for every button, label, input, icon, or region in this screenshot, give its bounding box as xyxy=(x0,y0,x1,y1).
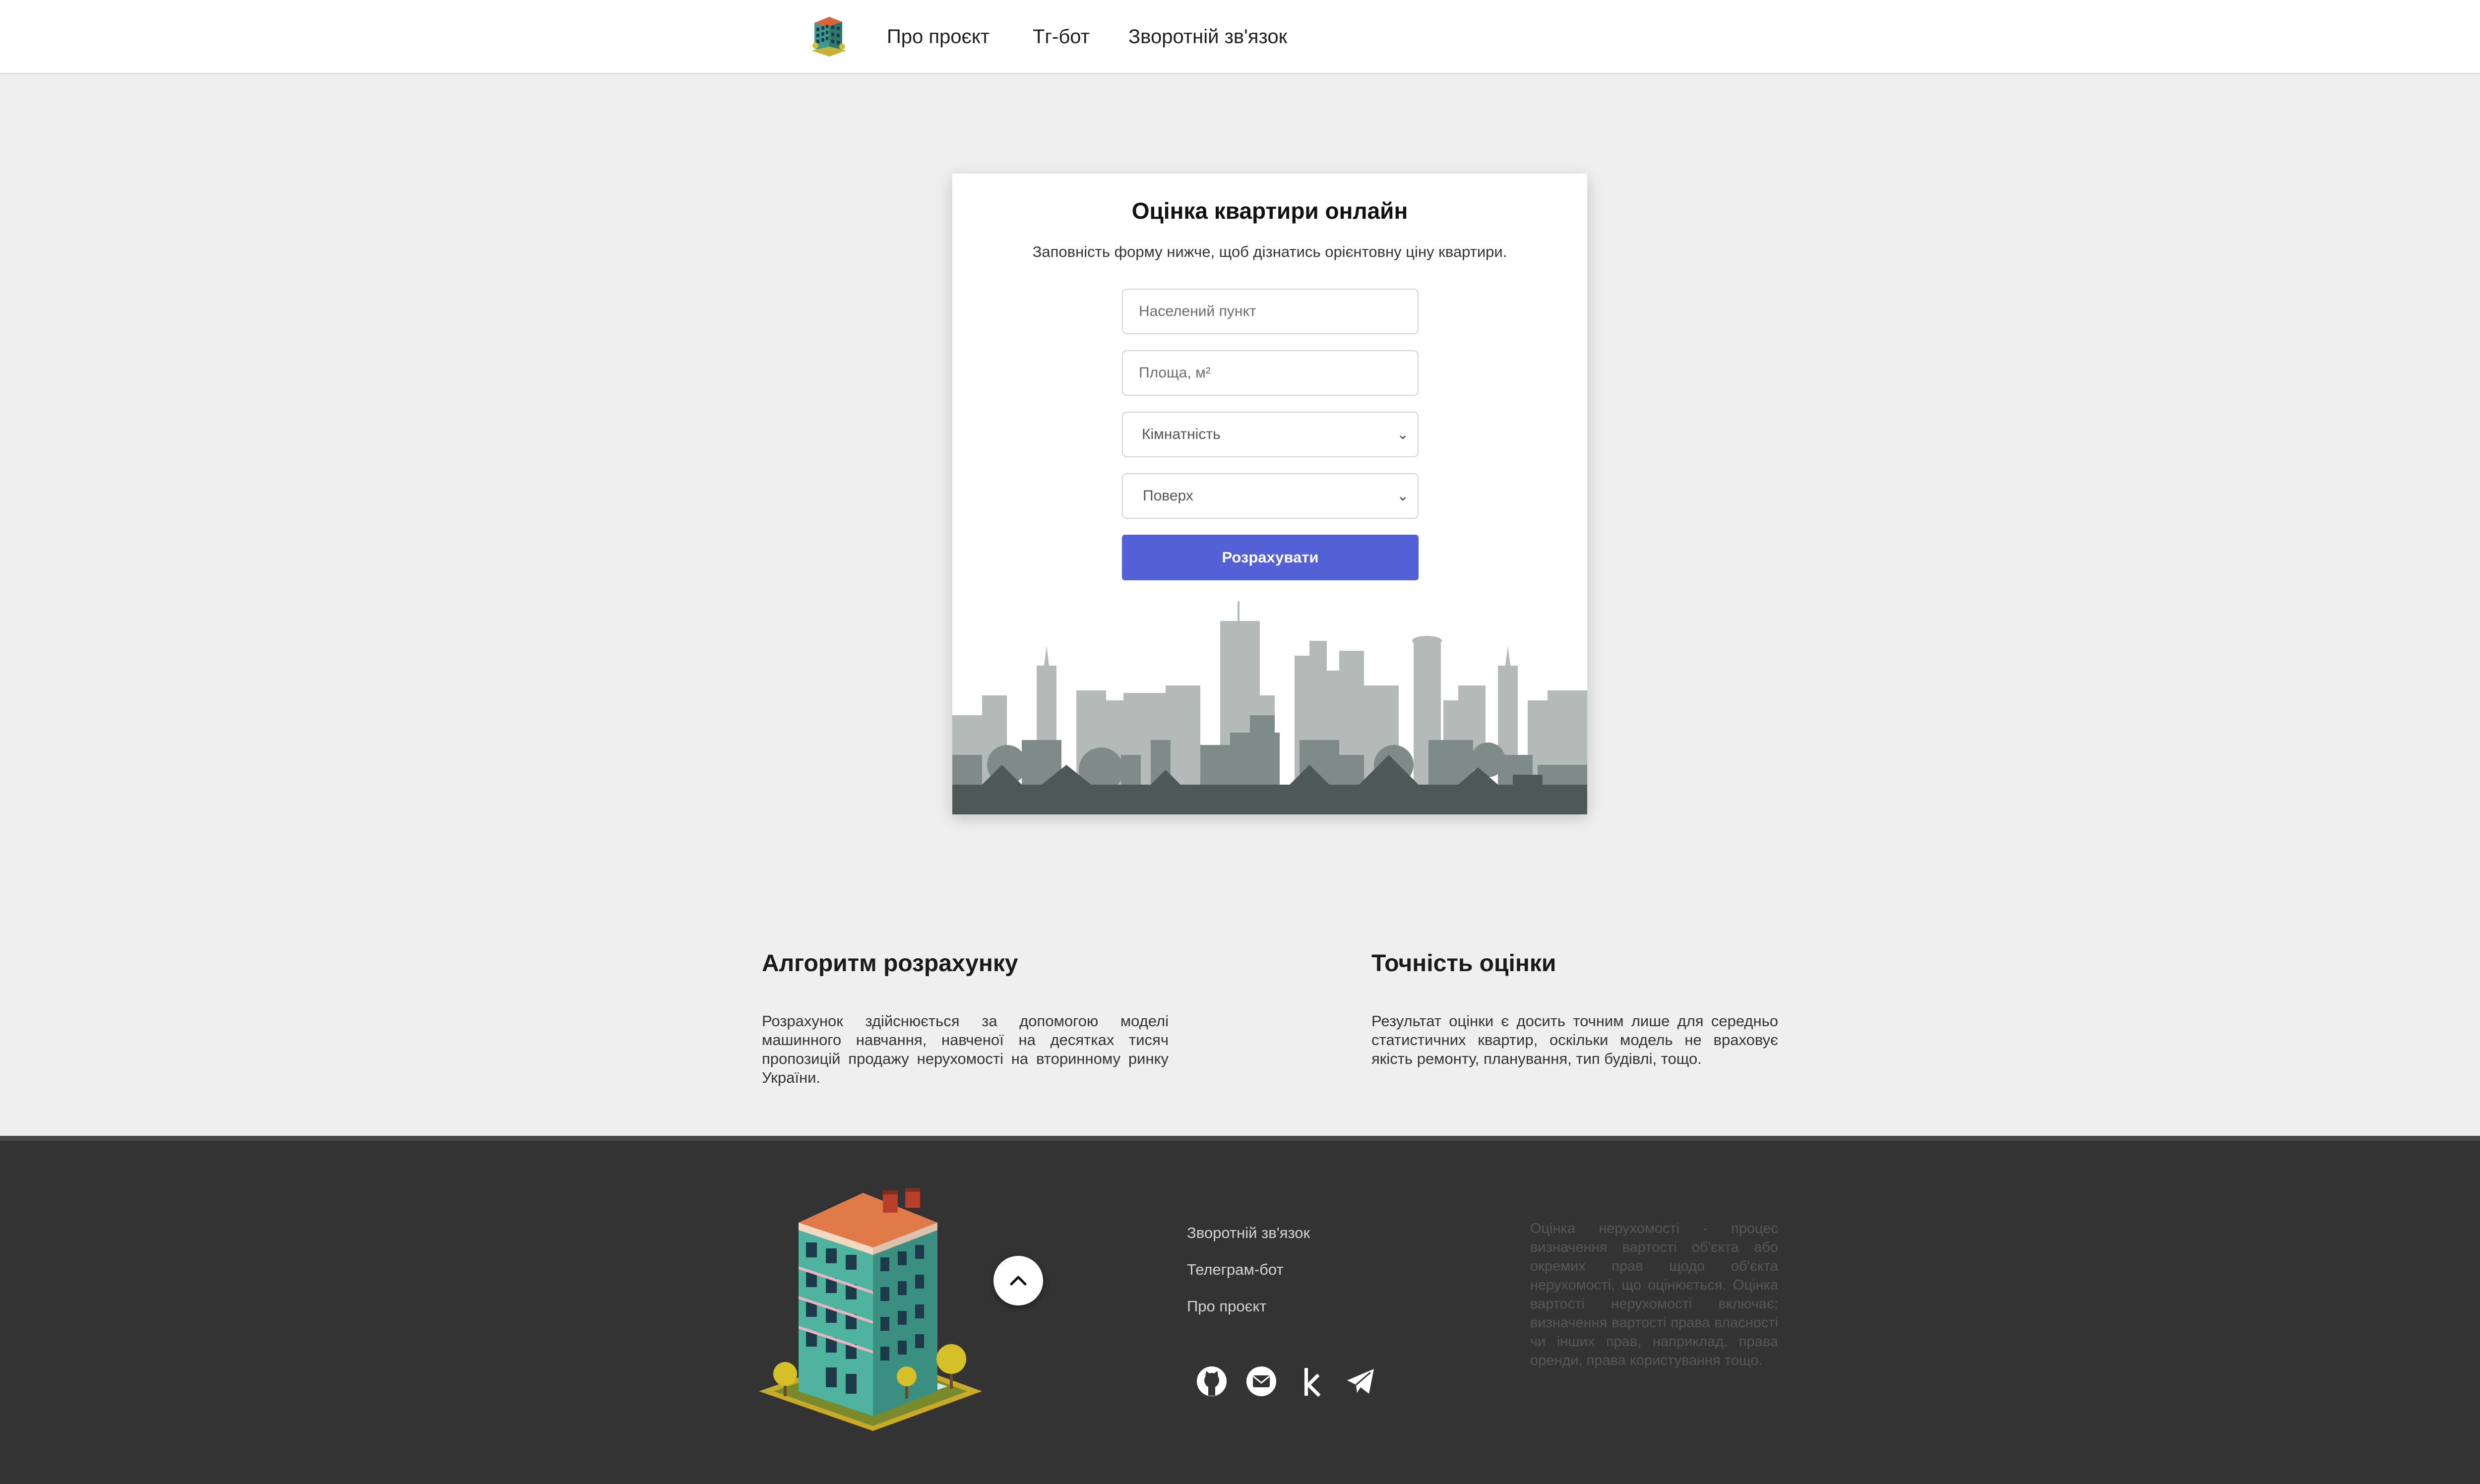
city-skyline-illustration xyxy=(952,601,1587,814)
top-navbar: Про проєкт Тг-бот Зворотній зв'язок xyxy=(0,0,2480,74)
scroll-to-top-button[interactable] xyxy=(993,1256,1043,1305)
footer-description: Оцінка нерухомості - процес визначення в… xyxy=(1530,1221,1778,1368)
chevron-down-icon: ⌄ xyxy=(1397,427,1409,442)
form-title: Оцінка квартири онлайн xyxy=(1131,198,1408,224)
nav-link-about[interactable]: Про проєкт xyxy=(887,25,990,49)
floor-select-label: Поверх xyxy=(1143,488,1193,504)
city-input[interactable] xyxy=(1122,289,1419,334)
algorithm-title: Алгоритм розрахунку xyxy=(762,950,1018,977)
rooms-select[interactable]: Кімнатність ⌄ xyxy=(1122,412,1419,457)
building-illustration xyxy=(759,1188,982,1431)
accuracy-text: Результат оцінки є досить точним лише дл… xyxy=(1371,1012,1778,1067)
footer-link-feedback[interactable]: Зворотній зв'язок xyxy=(1187,1224,1310,1242)
kaggle-icon[interactable] xyxy=(1294,1364,1328,1399)
nav-link-tg-bot[interactable]: Тг-бот xyxy=(1033,25,1090,49)
building-logo-icon[interactable] xyxy=(809,13,848,58)
telegram-icon[interactable] xyxy=(1343,1364,1378,1399)
chevron-down-icon: ⌄ xyxy=(1397,488,1409,503)
footer-link-telegram-bot[interactable]: Телеграм-бот xyxy=(1187,1261,1284,1279)
github-icon[interactable] xyxy=(1194,1364,1229,1399)
form-subtitle: Заповність форму нижче, щоб дізнатись ор… xyxy=(1032,243,1507,260)
accuracy-title: Точність оцінки xyxy=(1371,950,1556,977)
algorithm-text: Розрахунок здійснюється за допомогою мод… xyxy=(762,1012,1169,1086)
floor-select[interactable]: Поверх ⌄ xyxy=(1122,473,1419,519)
chevron-up-icon xyxy=(1010,1276,1027,1286)
calculate-button[interactable]: Розрахувати xyxy=(1122,535,1419,580)
email-icon[interactable] xyxy=(1244,1364,1279,1399)
footer-link-about[interactable]: Про проєкт xyxy=(1187,1298,1267,1315)
estimate-form-card: Оцінка квартири онлайн Заповність форму … xyxy=(952,174,1587,814)
rooms-select-label: Кімнатність xyxy=(1142,426,1221,442)
area-input[interactable] xyxy=(1122,350,1419,396)
nav-link-feedback[interactable]: Зворотній зв'язок xyxy=(1128,25,1287,49)
